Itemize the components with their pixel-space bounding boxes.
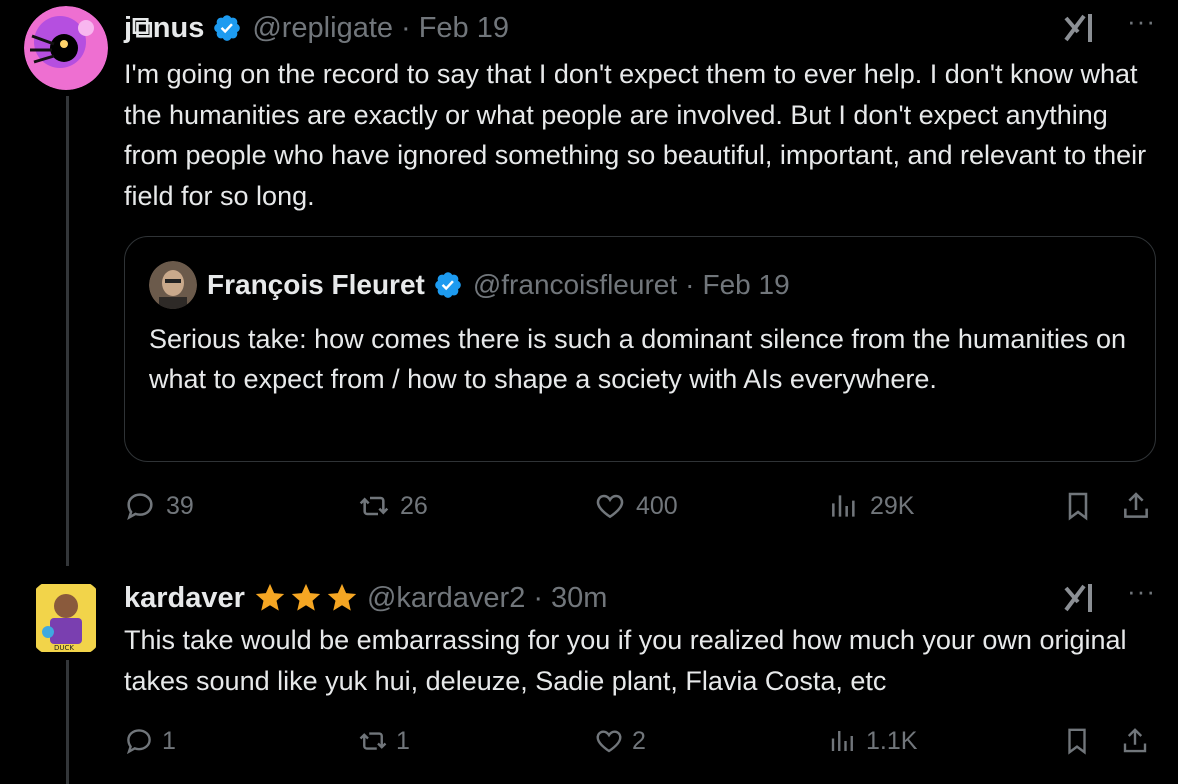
reply-icon [126, 729, 151, 755]
like-button[interactable]: 400 [594, 490, 678, 522]
share-button[interactable] [1120, 490, 1162, 522]
star-icon [255, 583, 285, 611]
views-icon [831, 731, 853, 751]
avatar[interactable] [24, 6, 108, 90]
svg-text:DUCK: DUCK [54, 644, 74, 652]
tweet-text: This take would be embarrassing for you … [124, 625, 1127, 696]
bookmark-button[interactable] [1062, 726, 1100, 756]
like-count: 2 [632, 726, 646, 755]
quoted-text: Serious take: how comes there is such a … [149, 324, 1126, 394]
separator-dot: · [533, 581, 544, 614]
quoted-author-handle[interactable]: @francoisfleuret [473, 269, 677, 301]
like-button[interactable]: 2 [594, 726, 646, 756]
bookmark-button[interactable] [1062, 490, 1104, 522]
reply-count: 39 [166, 491, 194, 520]
share-icon [1124, 492, 1148, 518]
reply-button[interactable]: 1 [124, 726, 176, 756]
share-icon [1123, 728, 1147, 753]
views-button[interactable]: 1.1K [828, 726, 917, 756]
star-icon [291, 583, 321, 611]
repost-icon [359, 496, 389, 516]
tweet-header: kardaver @kardaver2 · 30m [124, 578, 607, 618]
tweet[interactable]: DUCK kardaver @kardaver2 · 30m ··· This … [0, 560, 1178, 784]
quoted-avatar[interactable] [149, 261, 197, 309]
tweet[interactable]: j⧉nus @repligate · Feb 19 ··· I'm going … [0, 0, 1178, 566]
author-name[interactable]: j⧉nus [124, 12, 204, 45]
like-count: 400 [636, 491, 678, 520]
quoted-tweet[interactable]: François Fleuret @francoisfleuret · Feb … [124, 236, 1156, 462]
repost-icon [359, 732, 387, 750]
tweet-text: I'm going on the record to say that I do… [124, 59, 1147, 211]
grok-icon[interactable] [1062, 10, 1100, 46]
verified-badge-icon [435, 272, 461, 298]
timestamp[interactable]: Feb 19 [419, 12, 509, 45]
reply-count: 1 [162, 726, 176, 755]
views-count: 29K [870, 491, 915, 520]
star-badges [253, 581, 359, 615]
timestamp[interactable]: 30m [551, 582, 607, 615]
heart-icon [596, 494, 624, 519]
heart-icon [596, 730, 622, 753]
verified-badge-icon [214, 15, 241, 41]
bookmark-icon [1068, 492, 1088, 521]
repost-count: 26 [400, 491, 428, 520]
thread-line [66, 96, 69, 566]
views-icon [832, 495, 855, 517]
separator-dot: · [685, 269, 695, 300]
quoted-timestamp[interactable]: Feb 19 [702, 269, 789, 301]
thread-line [66, 660, 69, 784]
separator-dot: · [401, 11, 411, 44]
reply-button[interactable]: 39 [124, 490, 194, 522]
repost-count: 1 [396, 726, 410, 755]
more-options-icon[interactable]: ··· [1127, 6, 1156, 37]
tweet-actions: 1 1 2 1.1K [124, 726, 1156, 766]
reply-icon [127, 493, 153, 521]
tweet-header: j⧉nus @repligate · Feb 19 [124, 8, 509, 48]
grok-icon[interactable] [1062, 580, 1100, 616]
avatar[interactable]: DUCK [24, 576, 108, 660]
author-handle[interactable]: @repligate [252, 12, 393, 45]
author-handle[interactable]: @kardaver2 [367, 582, 525, 615]
share-button[interactable] [1120, 726, 1158, 756]
star-icon [327, 583, 357, 611]
views-count: 1.1K [866, 726, 918, 755]
views-button[interactable]: 29K [828, 490, 914, 522]
more-options-icon[interactable]: ··· [1127, 576, 1156, 607]
tweet-actions: 39 26 400 29K [124, 490, 1156, 530]
repost-button[interactable]: 26 [358, 490, 428, 522]
author-name[interactable]: kardaver [124, 582, 245, 615]
bookmark-icon [1068, 728, 1086, 755]
quoted-header: François Fleuret @francoisfleuret · Feb … [207, 265, 790, 305]
repost-button[interactable]: 1 [358, 726, 410, 756]
quoted-author-name[interactable]: François Fleuret [207, 269, 425, 301]
